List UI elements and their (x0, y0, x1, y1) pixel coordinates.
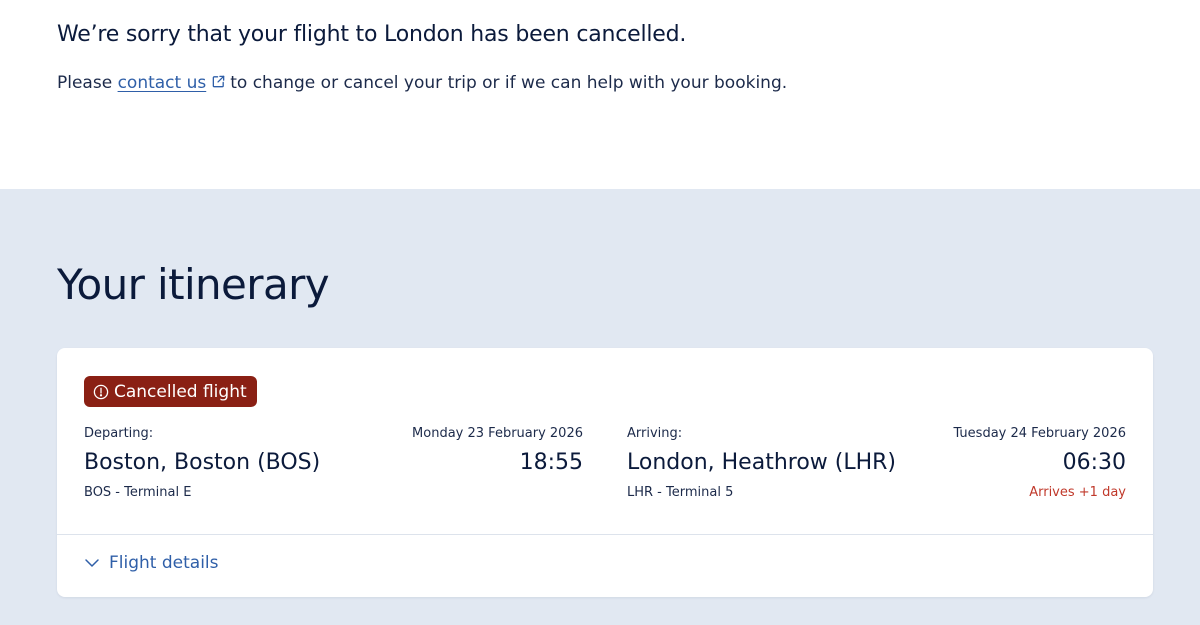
alert-circle-icon (93, 384, 109, 399)
departing-date: Monday 23 February 2026 (412, 426, 583, 441)
arriving-label: Arriving: (627, 426, 683, 441)
departing-terminal: BOS - Terminal E (84, 485, 192, 500)
departing-label: Departing: (84, 426, 154, 441)
flight-details-label: Flight details (109, 553, 219, 573)
departing-city: Boston, Boston (BOS) (84, 450, 321, 475)
flight-details-toggle[interactable]: Flight details (84, 553, 219, 573)
notice-section: We’re sorry that your flight to London h… (0, 0, 1200, 189)
contact-suffix: to change or cancel your trip or if we c… (230, 73, 788, 93)
cancelled-status-badge: Cancelled flight (84, 376, 257, 407)
arriving-block: Arriving: Tuesday 24 February 2026 Londo… (627, 426, 1126, 508)
arriving-date: Tuesday 24 February 2026 (953, 426, 1126, 441)
cancellation-headline: We’re sorry that your flight to London h… (57, 22, 687, 47)
itinerary-title: Your itinerary (57, 260, 330, 309)
arrival-day-offset: Arrives +1 day (1029, 485, 1126, 500)
arriving-city: London, Heathrow (LHR) (627, 450, 897, 475)
contact-message: Please contact us to change or cancel you… (57, 73, 787, 93)
chevron-down-icon (85, 559, 99, 567)
departing-time: 18:55 (519, 450, 583, 475)
card-divider (57, 534, 1153, 535)
contact-us-link[interactable]: contact us (118, 73, 207, 93)
flight-card: Cancelled flight Departing: Monday 23 Fe… (57, 348, 1153, 597)
arriving-terminal: LHR - Terminal 5 (627, 485, 734, 500)
external-link-icon[interactable] (211, 74, 226, 89)
status-badge-label: Cancelled flight (114, 381, 247, 402)
arriving-time: 06:30 (1062, 450, 1126, 475)
departing-block: Departing: Monday 23 February 2026 Bosto… (84, 426, 583, 508)
contact-prefix: Please (57, 73, 113, 93)
